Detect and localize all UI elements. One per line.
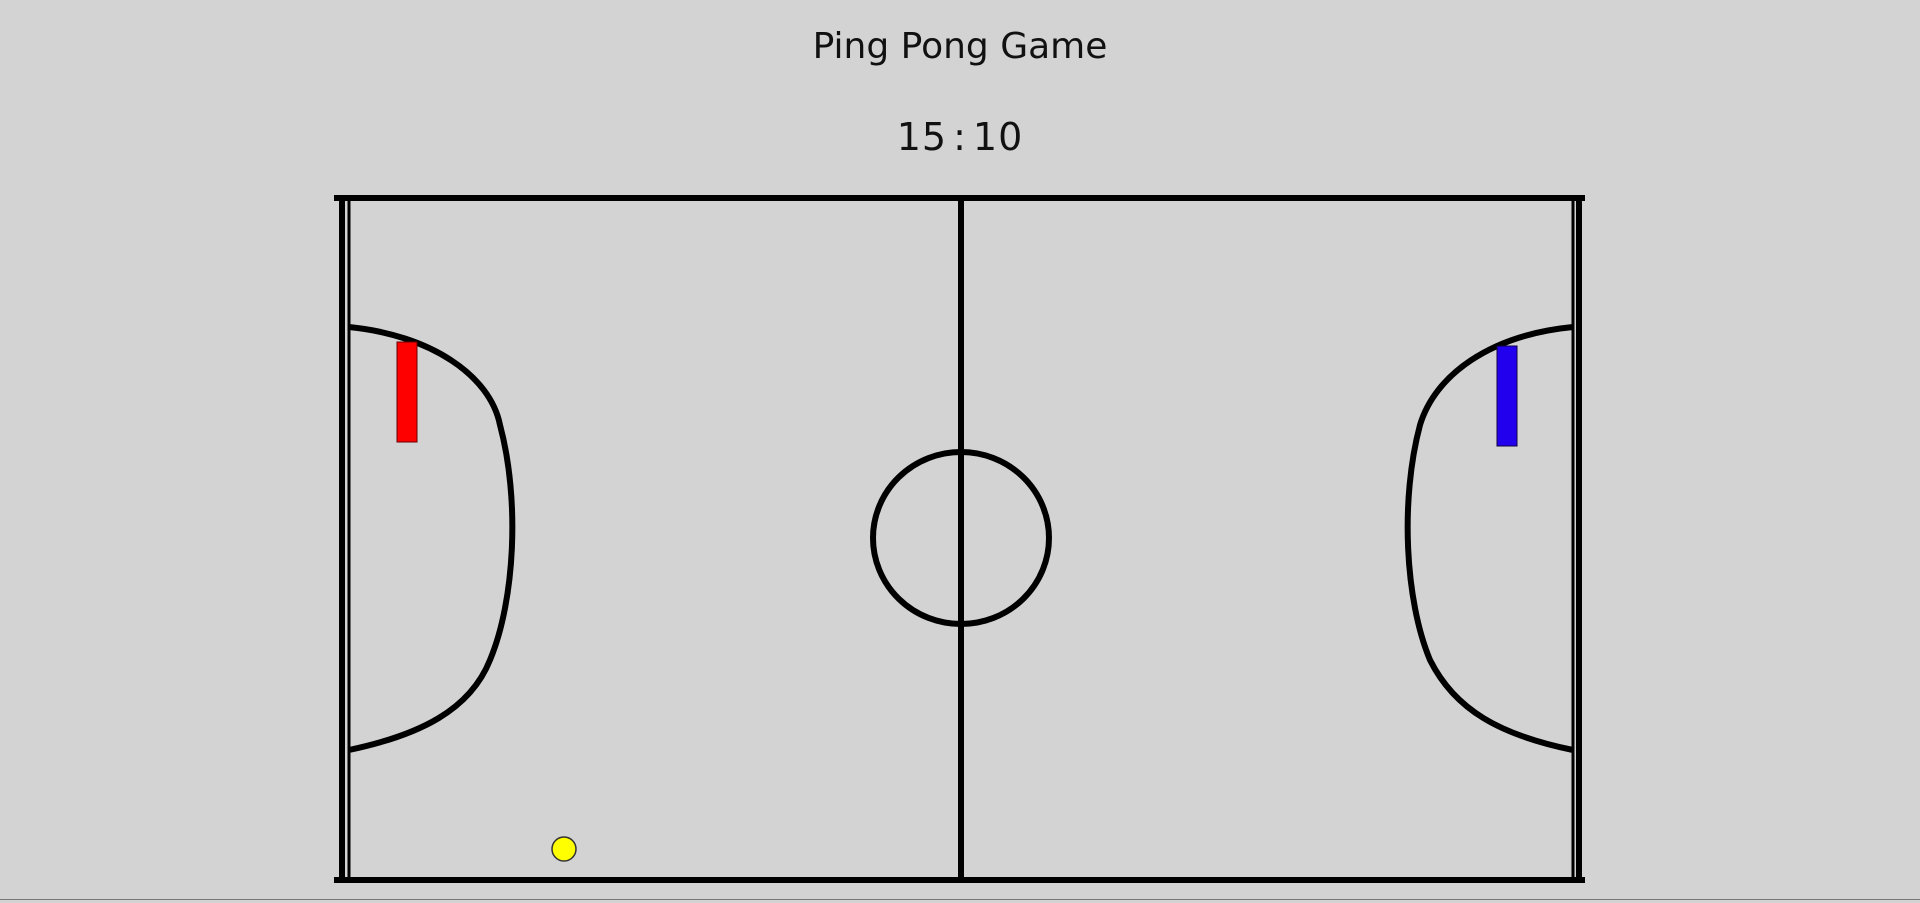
left-paddle[interactable] — [396, 341, 418, 443]
left-penalty-arc — [348, 324, 516, 753]
game-field[interactable] — [0, 0, 1920, 903]
field-lines — [334, 195, 1585, 883]
right-penalty-arc — [1404, 324, 1574, 753]
right-paddle[interactable] — [1496, 345, 1518, 447]
bottom-strip — [0, 899, 1920, 903]
ball — [551, 836, 577, 862]
